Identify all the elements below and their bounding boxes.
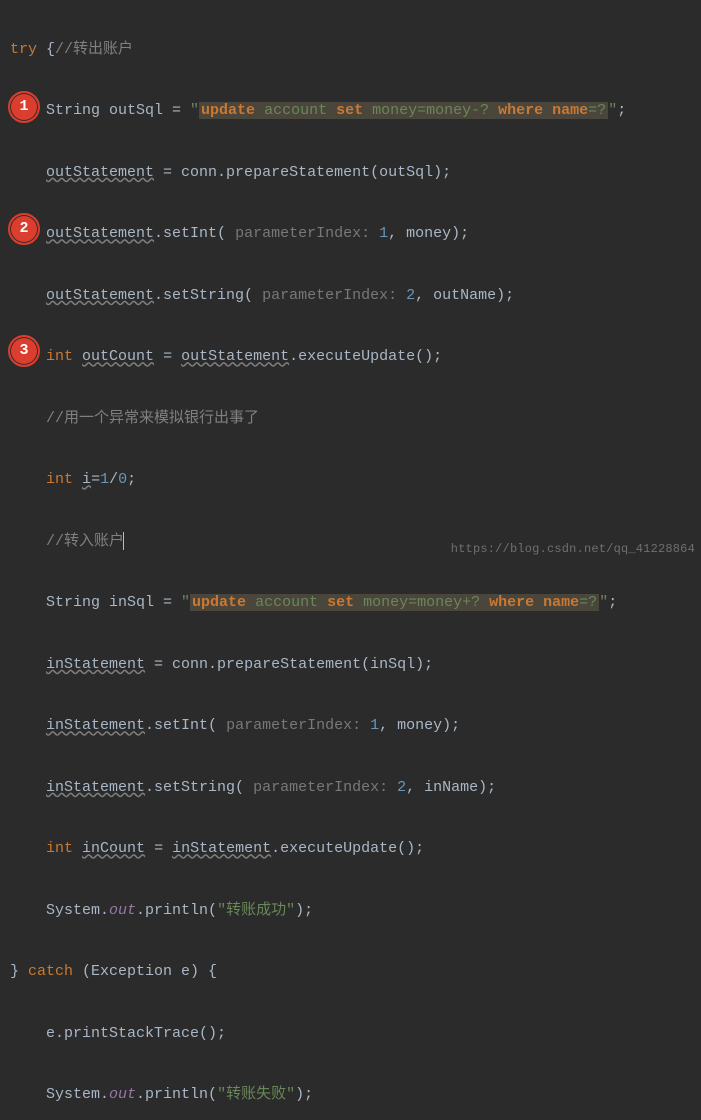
code-line: try {//转出账户 bbox=[0, 35, 701, 66]
code-line: int i=1/0; bbox=[0, 465, 701, 496]
watermark-text: https://blog.csdn.net/qq_41228864 bbox=[451, 542, 695, 556]
code-line: int inCount = inStatement.executeUpdate(… bbox=[0, 834, 701, 865]
code-line: String inSql = "update account set money… bbox=[0, 588, 701, 619]
code-line: outStatement.setInt( parameterIndex: 1, … bbox=[0, 219, 701, 250]
code-line: inStatement = conn.prepareStatement(inSq… bbox=[0, 650, 701, 681]
code-line: int outCount = outStatement.executeUpdat… bbox=[0, 342, 701, 373]
code-line: outStatement = conn.prepareStatement(out… bbox=[0, 158, 701, 189]
code-line: System.out.println("转账失败"); bbox=[0, 1080, 701, 1111]
editor-area[interactable]: try {//转出账户 String outSql = "update acco… bbox=[0, 0, 701, 1120]
code-line: } catch (Exception e) { bbox=[0, 957, 701, 988]
code-line: inStatement.setInt( parameterIndex: 1, m… bbox=[0, 711, 701, 742]
breakpoint-icon[interactable]: 1 bbox=[8, 91, 40, 123]
code-line: inStatement.setString( parameterIndex: 2… bbox=[0, 773, 701, 804]
text-cursor bbox=[123, 532, 124, 550]
breakpoint-icon[interactable]: 3 bbox=[8, 335, 40, 367]
code-line: System.out.println("转账成功"); bbox=[0, 896, 701, 927]
code-line: outStatement.setString( parameterIndex: … bbox=[0, 281, 701, 312]
code-line: String outSql = "update account set mone… bbox=[0, 96, 701, 127]
breakpoint-icon[interactable]: 2 bbox=[8, 213, 40, 245]
code-line: e.printStackTrace(); bbox=[0, 1019, 701, 1050]
code-line: //用一个异常来模拟银行出事了 bbox=[0, 404, 701, 435]
